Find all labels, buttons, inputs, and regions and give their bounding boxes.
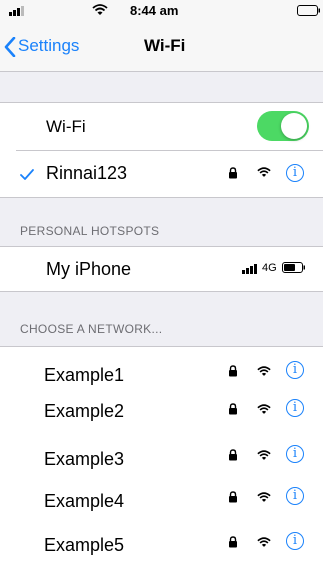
wifi-toggle-label: Wi-Fi [46, 117, 86, 136]
navigation-bar: Settings Wi-Fi [0, 22, 323, 72]
wifi-toggle-switch[interactable] [257, 111, 309, 141]
wifi-toggle-row: Wi-Fi [0, 103, 323, 150]
wifi-icon [257, 537, 271, 547]
network-row[interactable]: Example5 i [0, 523, 323, 565]
network-row[interactable]: Example2 i [0, 391, 323, 431]
battery-icon [297, 5, 320, 16]
back-button-label: Settings [18, 36, 80, 55]
connected-network-row[interactable]: Rinnai123 i [0, 151, 323, 197]
network-name: Example5 [44, 535, 125, 555]
info-icon[interactable]: i [286, 164, 304, 182]
info-icon[interactable]: i [286, 532, 304, 550]
wifi-icon [92, 4, 108, 15]
network-row[interactable]: Example3 i [0, 435, 323, 477]
hotspots-section-header: PERSONAL HOTSPOTS [20, 224, 160, 238]
hotspot-row[interactable]: My iPhone 4G [0, 246, 323, 292]
hotspot-network-type: 4G [262, 262, 277, 274]
wifi-toggle-knob [281, 113, 307, 139]
hotspot-name: My iPhone [46, 259, 132, 279]
info-icon[interactable]: i [286, 445, 304, 463]
lock-icon [229, 449, 237, 461]
info-icon[interactable]: i [286, 487, 304, 505]
battery-icon [282, 262, 305, 273]
network-name: Example1 [44, 365, 125, 385]
back-chevron-icon [4, 37, 16, 57]
network-name: Example4 [44, 491, 125, 511]
lock-icon [229, 167, 237, 179]
wifi-group: Wi-Fi Rinnai123 i [0, 102, 323, 198]
lock-icon [229, 491, 237, 503]
wifi-icon [257, 404, 271, 414]
signal-icon [9, 6, 24, 16]
wifi-icon [257, 450, 271, 460]
wifi-icon [257, 167, 271, 177]
network-name: Example3 [44, 449, 125, 469]
status-time: 8:44 am [130, 3, 179, 18]
status-bar: 8:44 am [0, 0, 323, 22]
network-row[interactable]: Example1 i [0, 347, 323, 387]
info-icon[interactable]: i [286, 361, 304, 379]
checkmark-icon [20, 169, 34, 180]
lock-icon [229, 365, 237, 377]
page-title: Wi-Fi [144, 36, 186, 55]
connected-network-name: Rinnai123 [46, 163, 128, 183]
network-row[interactable]: Example4 i [0, 479, 323, 521]
signal-icon [242, 264, 257, 274]
network-name: Example2 [44, 401, 125, 421]
wifi-icon [257, 492, 271, 502]
networks-list: Example1 i Example2 i Example3 i Example… [0, 346, 323, 569]
wifi-icon [257, 366, 271, 376]
info-icon[interactable]: i [286, 399, 304, 417]
networks-section-header: CHOOSE A NETWORK... [20, 322, 163, 336]
lock-icon [229, 403, 237, 415]
lock-icon [229, 536, 237, 548]
